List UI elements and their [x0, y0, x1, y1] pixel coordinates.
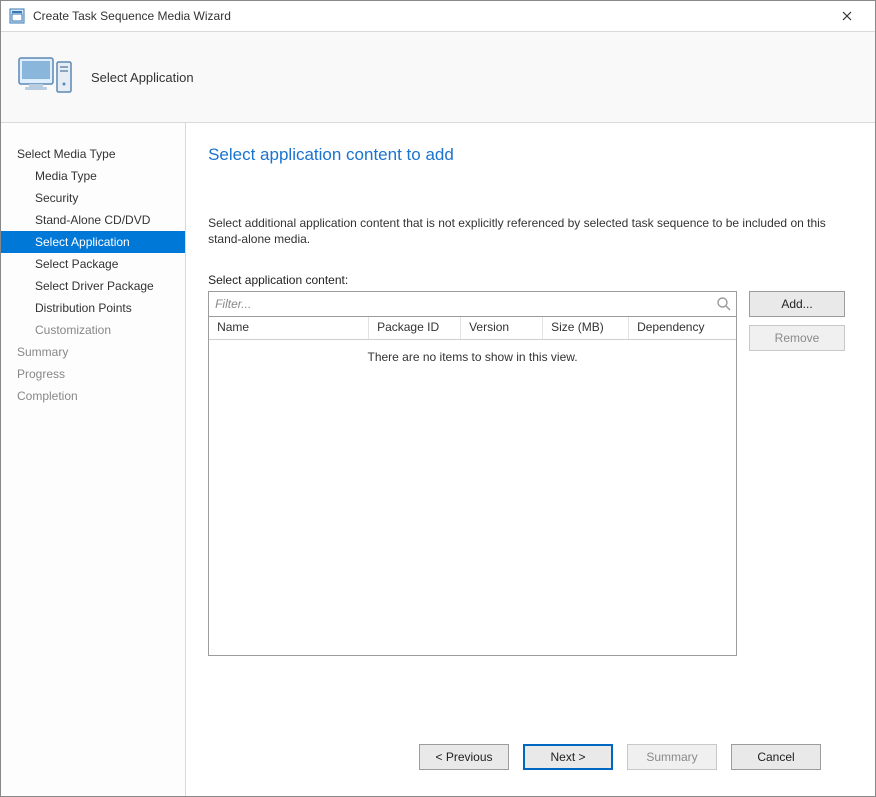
application-listview[interactable]: Name Package ID Version Size (MB) Depend… [208, 317, 737, 656]
step-security[interactable]: Security [1, 187, 185, 209]
summary-button: Summary [627, 744, 717, 770]
wizard-banner: Select Application [1, 32, 875, 123]
page-description: Select additional application content th… [208, 215, 845, 247]
wizard-content: Select application content to add Select… [186, 123, 875, 796]
step-select-driver-package[interactable]: Select Driver Package [1, 275, 185, 297]
column-dependency[interactable]: Dependency [629, 317, 736, 339]
main-area: Select Media Type Media Type Security St… [1, 123, 875, 796]
column-version[interactable]: Version [461, 317, 543, 339]
previous-button[interactable]: < Previous [419, 744, 509, 770]
step-media-type[interactable]: Media Type [1, 165, 185, 187]
app-icon [9, 8, 25, 24]
computer-icon [15, 54, 75, 100]
wizard-steps-sidebar: Select Media Type Media Type Security St… [1, 123, 186, 796]
step-customization[interactable]: Customization [1, 319, 185, 341]
close-button[interactable] [827, 2, 867, 30]
section-label: Select application content: [208, 273, 845, 287]
spacer [208, 656, 845, 730]
step-select-package[interactable]: Select Package [1, 253, 185, 275]
titlebar: Create Task Sequence Media Wizard [1, 1, 875, 32]
listview-empty-text: There are no items to show in this view. [209, 340, 736, 364]
side-buttons: Add... Remove [749, 291, 845, 351]
step-summary[interactable]: Summary [1, 341, 185, 363]
wizard-window: Create Task Sequence Media Wizard [0, 0, 876, 797]
step-select-media-type[interactable]: Select Media Type [1, 143, 185, 165]
column-package-id[interactable]: Package ID [369, 317, 461, 339]
filter-input[interactable] [209, 295, 736, 313]
filter-wrapper [208, 291, 737, 317]
next-button[interactable]: Next > [523, 744, 613, 770]
step-standalone-cddvd[interactable]: Stand-Alone CD/DVD [1, 209, 185, 231]
step-select-application[interactable]: Select Application [1, 231, 185, 253]
add-button[interactable]: Add... [749, 291, 845, 317]
window-title: Create Task Sequence Media Wizard [33, 9, 827, 23]
column-size[interactable]: Size (MB) [543, 317, 629, 339]
remove-button: Remove [749, 325, 845, 351]
step-distribution-points[interactable]: Distribution Points [1, 297, 185, 319]
banner-title: Select Application [91, 70, 194, 85]
search-icon[interactable] [716, 296, 732, 312]
footer-buttons: < Previous Next > Summary Cancel [208, 730, 845, 786]
column-name[interactable]: Name [209, 317, 369, 339]
close-icon [842, 11, 852, 21]
step-completion[interactable]: Completion [1, 385, 185, 407]
content-row: Name Package ID Version Size (MB) Depend… [208, 291, 845, 656]
content-left-column: Name Package ID Version Size (MB) Depend… [208, 291, 737, 656]
page-headline: Select application content to add [208, 145, 845, 165]
step-progress[interactable]: Progress [1, 363, 185, 385]
cancel-button[interactable]: Cancel [731, 744, 821, 770]
listview-headers: Name Package ID Version Size (MB) Depend… [209, 317, 736, 340]
